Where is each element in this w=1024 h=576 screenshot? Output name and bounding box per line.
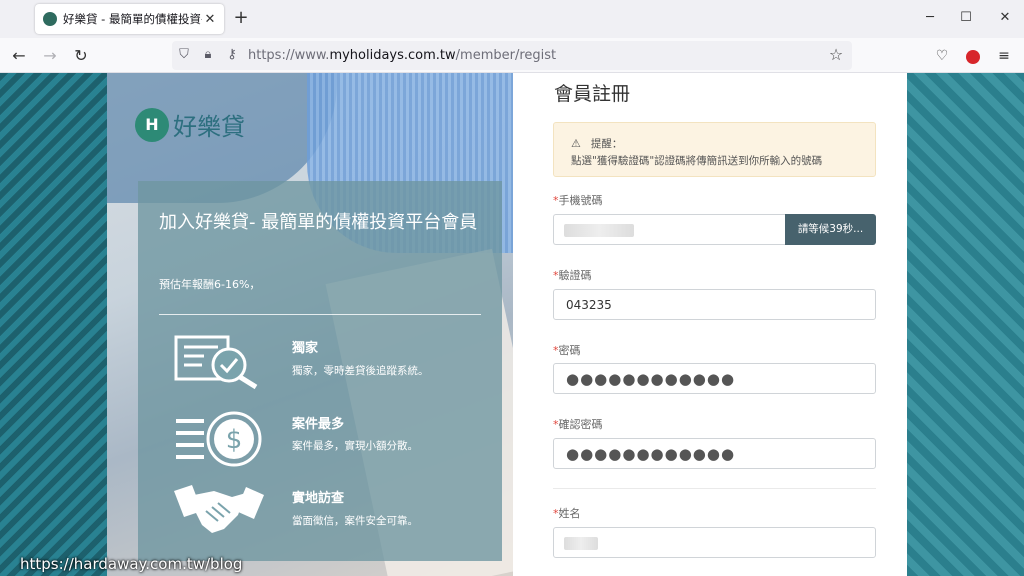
url-bar[interactable]: ⛉ 🔒︎ ⚷ https://www.myholidays.com.tw/mem…: [172, 41, 852, 70]
divider: [553, 488, 876, 489]
registration-form: 會員註冊 ⚠ 提醒： 點選"獲得驗證碼"認證碼將傳簡訊送到你所輸入的號碼 *手機…: [513, 73, 907, 576]
close-tab-icon[interactable]: ✕: [202, 12, 218, 27]
brand-logo[interactable]: H 好樂貸: [135, 107, 245, 142]
svg-text:$: $: [226, 425, 243, 455]
reminder-alert: ⚠ 提醒： 點選"獲得驗證碼"認證碼將傳簡訊送到你所輸入的號碼: [553, 122, 876, 177]
site-favicon-icon: [43, 12, 57, 26]
watermark-text: https://hardaway.com.tw/blog: [20, 555, 243, 573]
divider: [159, 314, 481, 315]
feature-desc: 案件最多，實現小額分散。: [292, 440, 418, 452]
reload-icon[interactable]: ↻: [70, 45, 92, 67]
key-icon[interactable]: ⚷: [223, 46, 241, 64]
bookmark-star-icon[interactable]: ☆: [826, 45, 846, 65]
confirm-password-value: ●●●●●●●●●●●●: [566, 445, 736, 463]
logo-mark-icon: H: [135, 107, 169, 142]
new-tab-button[interactable]: +: [231, 8, 251, 28]
menu-icon[interactable]: ≡: [993, 45, 1015, 67]
minimize-icon[interactable]: ─: [915, 8, 945, 28]
blurred-name: [564, 537, 598, 550]
document-check-icon: [174, 335, 258, 390]
blurred-phone-number: [564, 224, 634, 237]
phone-label: *手機號碼: [553, 194, 603, 207]
shield-icon[interactable]: ⛉: [175, 46, 193, 64]
tab-title: 好樂貸 - 最簡單的債權投資平台: [63, 12, 202, 26]
navigation-bar: ← → ↻ ⛉ 🔒︎ ⚷ https://www.myholidays.com.…: [0, 38, 1024, 73]
pocket-icon[interactable]: ♡: [931, 45, 953, 67]
page-content: H 好樂貸 加入好樂貸- 最簡單的債權投資平台會員 預估年報酬6-16%， 獨家…: [0, 73, 1024, 576]
warning-icon: ⚠: [571, 137, 581, 150]
promo-title: 加入好樂貸- 最簡單的債權投資平台會員: [159, 212, 478, 233]
feature-desc: 當面徵信，案件安全可靠。: [292, 515, 418, 527]
back-icon[interactable]: ←: [8, 45, 30, 67]
maximize-icon[interactable]: ☐: [951, 8, 981, 28]
phone-input[interactable]: [553, 214, 786, 245]
feature-title: 案件最多: [292, 417, 345, 432]
feature-title: 獨家: [292, 341, 319, 356]
alert-heading: 提醒：: [590, 138, 623, 150]
tab-bar: 好樂貸 - 最簡單的債權投資平台 ✕ + ─ ☐ ✕: [0, 0, 1024, 38]
password-input[interactable]: ●●●●●●●●●●●●: [553, 363, 876, 394]
password-value: ●●●●●●●●●●●●: [566, 370, 736, 388]
money-icon: $: [176, 411, 262, 467]
confirm-password-input[interactable]: ●●●●●●●●●●●●: [553, 438, 876, 469]
background-image-left: [0, 73, 107, 576]
promo-subtitle: 預估年報酬6-16%，: [159, 278, 261, 291]
confirm-password-label: *確認密碼: [553, 418, 603, 431]
name-input[interactable]: [553, 527, 876, 558]
url-text[interactable]: https://www.myholidays.com.tw/member/reg…: [248, 48, 556, 63]
code-value: 043235: [566, 298, 612, 312]
alert-body: 點選"獲得驗證碼"認證碼將傳簡訊送到你所輸入的號碼: [571, 155, 823, 167]
feature-title: 實地訪查: [292, 491, 345, 506]
hero-panel: H 好樂貸 加入好樂貸- 最簡單的債權投資平台會員 預估年報酬6-16%， 獨家…: [107, 73, 513, 576]
feature-desc: 獨家，零時差貸後追蹤系統。: [292, 365, 429, 377]
lock-icon[interactable]: 🔒︎: [199, 46, 217, 64]
get-code-button[interactable]: 請等候39秒...: [785, 214, 876, 245]
page-title: 會員註冊: [554, 83, 631, 105]
browser-tab[interactable]: 好樂貸 - 最簡單的債權投資平台 ✕: [35, 4, 224, 34]
code-label: *驗證碼: [553, 269, 592, 282]
background-image-right: [907, 73, 1024, 576]
logo-text: 好樂貸: [173, 113, 245, 141]
promo-overlay: 加入好樂貸- 最簡單的債權投資平台會員 預估年報酬6-16%， 獨家 獨家，零時…: [138, 181, 502, 561]
password-label: *密碼: [553, 344, 581, 357]
verification-code-input[interactable]: 043235: [553, 289, 876, 320]
name-label: *姓名: [553, 507, 581, 520]
handshake-icon: [174, 485, 264, 533]
close-window-icon[interactable]: ✕: [990, 8, 1020, 28]
forward-icon[interactable]: →: [39, 45, 61, 67]
extension-icon[interactable]: [966, 50, 980, 64]
